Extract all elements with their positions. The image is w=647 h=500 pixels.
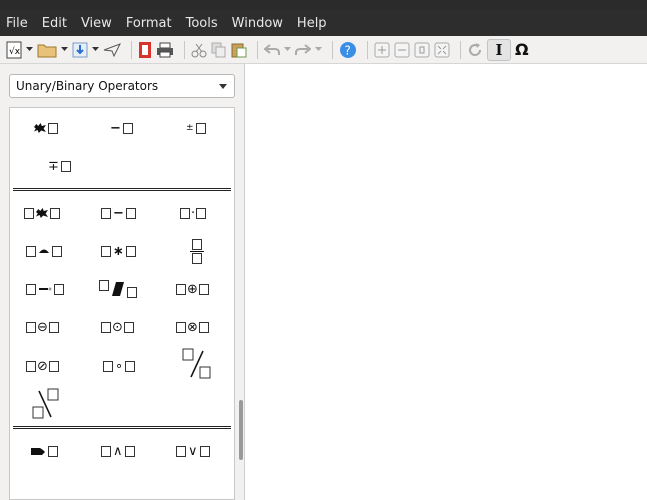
copy-icon[interactable] [211,39,227,61]
save-icon[interactable] [72,39,88,61]
center-dot-element[interactable]: · [180,204,207,222]
svg-text:√x: √x [9,46,21,57]
show-all-icon[interactable] [434,39,450,61]
asterisk-element[interactable]: ∗ [101,242,136,260]
logical-and-element[interactable]: ∧ [101,442,135,460]
division-element[interactable] [26,280,64,298]
open-folder-icon[interactable] [37,39,57,61]
category-label: Unary/Binary Operators [16,79,159,93]
unary-minus-element[interactable]: − [110,119,133,137]
new-formula-icon[interactable]: √x [6,39,22,61]
cursor-icon[interactable]: I [487,38,511,61]
menu-help[interactable]: Help [297,16,327,31]
slash-element[interactable] [99,280,137,298]
chevron-down-icon [219,84,227,89]
fraction-element[interactable] [190,234,204,268]
times-element[interactable] [26,242,62,260]
binary-plus-element[interactable] [24,204,60,222]
dropdown-arrow-icon[interactable] [61,39,68,61]
menu-bar: File Edit View Format Tools Window Help [0,10,647,36]
menu-file[interactable]: File [6,16,28,31]
odot-element[interactable]: ⊙ [101,318,134,336]
menu-view[interactable]: View [81,16,112,31]
slash-glyph-icon [112,282,124,296]
neg-glyph-icon [31,448,45,455]
svg-text:?: ? [345,43,351,57]
logical-or-element[interactable]: ∨ [176,442,210,460]
zoom-100-icon[interactable] [414,39,430,61]
send-icon[interactable] [103,39,121,61]
plus-glyph-icon [36,208,48,218]
plus-minus-element[interactable]: ± [186,119,206,137]
unary-plus-element[interactable] [34,119,58,137]
zoom-out-icon[interactable] [394,39,410,61]
times-glyph-icon [39,249,49,253]
update-icon[interactable] [467,39,483,61]
binary-minus-element[interactable]: − [101,204,136,222]
zoom-in-icon[interactable] [374,39,390,61]
undo-icon[interactable] [264,39,280,61]
dropdown-arrow-icon[interactable] [92,39,99,61]
palette-divider [13,426,231,429]
otimes-element[interactable]: ⊗ [176,318,209,336]
circ-element[interactable]: ∘ [103,357,136,375]
toolbar-separator [257,40,258,59]
symbols-icon[interactable]: Ω [515,39,529,61]
dropdown-arrow-icon[interactable] [315,39,322,61]
oplus-element[interactable]: ⊕ [176,280,209,298]
minus-plus-element[interactable]: ∓ [48,157,71,175]
menu-window[interactable]: Window [232,16,283,31]
category-dropdown[interactable]: Unary/Binary Operators [9,74,235,98]
wide-slash-element[interactable] [182,348,212,380]
export-pdf-icon[interactable] [138,39,152,61]
toolbar-separator [184,40,185,59]
wide-backslash-element[interactable] [32,388,62,420]
toolbar: √x ? I Ω [0,36,647,64]
ominus-element[interactable]: ⊖ [26,318,59,336]
palette-divider [13,188,231,191]
plus-glyph-icon [34,123,46,133]
redo-icon[interactable] [295,39,311,61]
elements-panel: Unary/Binary Operators − ± ∓ − · ∗ ⊕ ⊖ ⊙… [0,64,245,500]
menu-edit[interactable]: Edit [42,16,67,31]
toolbar-separator [460,40,461,59]
panel-scrollbar[interactable] [239,400,243,460]
cut-icon[interactable] [191,39,207,61]
wide-backslash-glyph-icon [32,388,59,419]
menu-tools[interactable]: Tools [186,16,218,31]
formula-canvas[interactable] [246,64,647,500]
toolbar-separator [131,40,132,59]
window-titlebar [0,0,647,10]
toolbar-separator [332,40,333,59]
print-icon[interactable] [156,39,174,61]
toolbar-separator [367,40,368,59]
wide-slash-glyph-icon [182,348,211,379]
logical-not-element[interactable] [30,442,58,460]
menu-format[interactable]: Format [126,16,172,31]
oslash-element[interactable]: ⊘ [26,357,59,375]
division-glyph-icon [39,287,52,291]
cursor-label: I [495,40,503,59]
dropdown-arrow-icon[interactable] [284,39,291,61]
omega-label: Ω [515,40,529,59]
paste-icon[interactable] [231,39,247,61]
dropdown-arrow-icon[interactable] [26,39,33,61]
help-icon[interactable]: ? [339,39,357,61]
symbol-palette: − ± ∓ − · ∗ ⊕ ⊖ ⊙ ⊗ ⊘ ∘ ∧ ∨ [9,107,235,500]
